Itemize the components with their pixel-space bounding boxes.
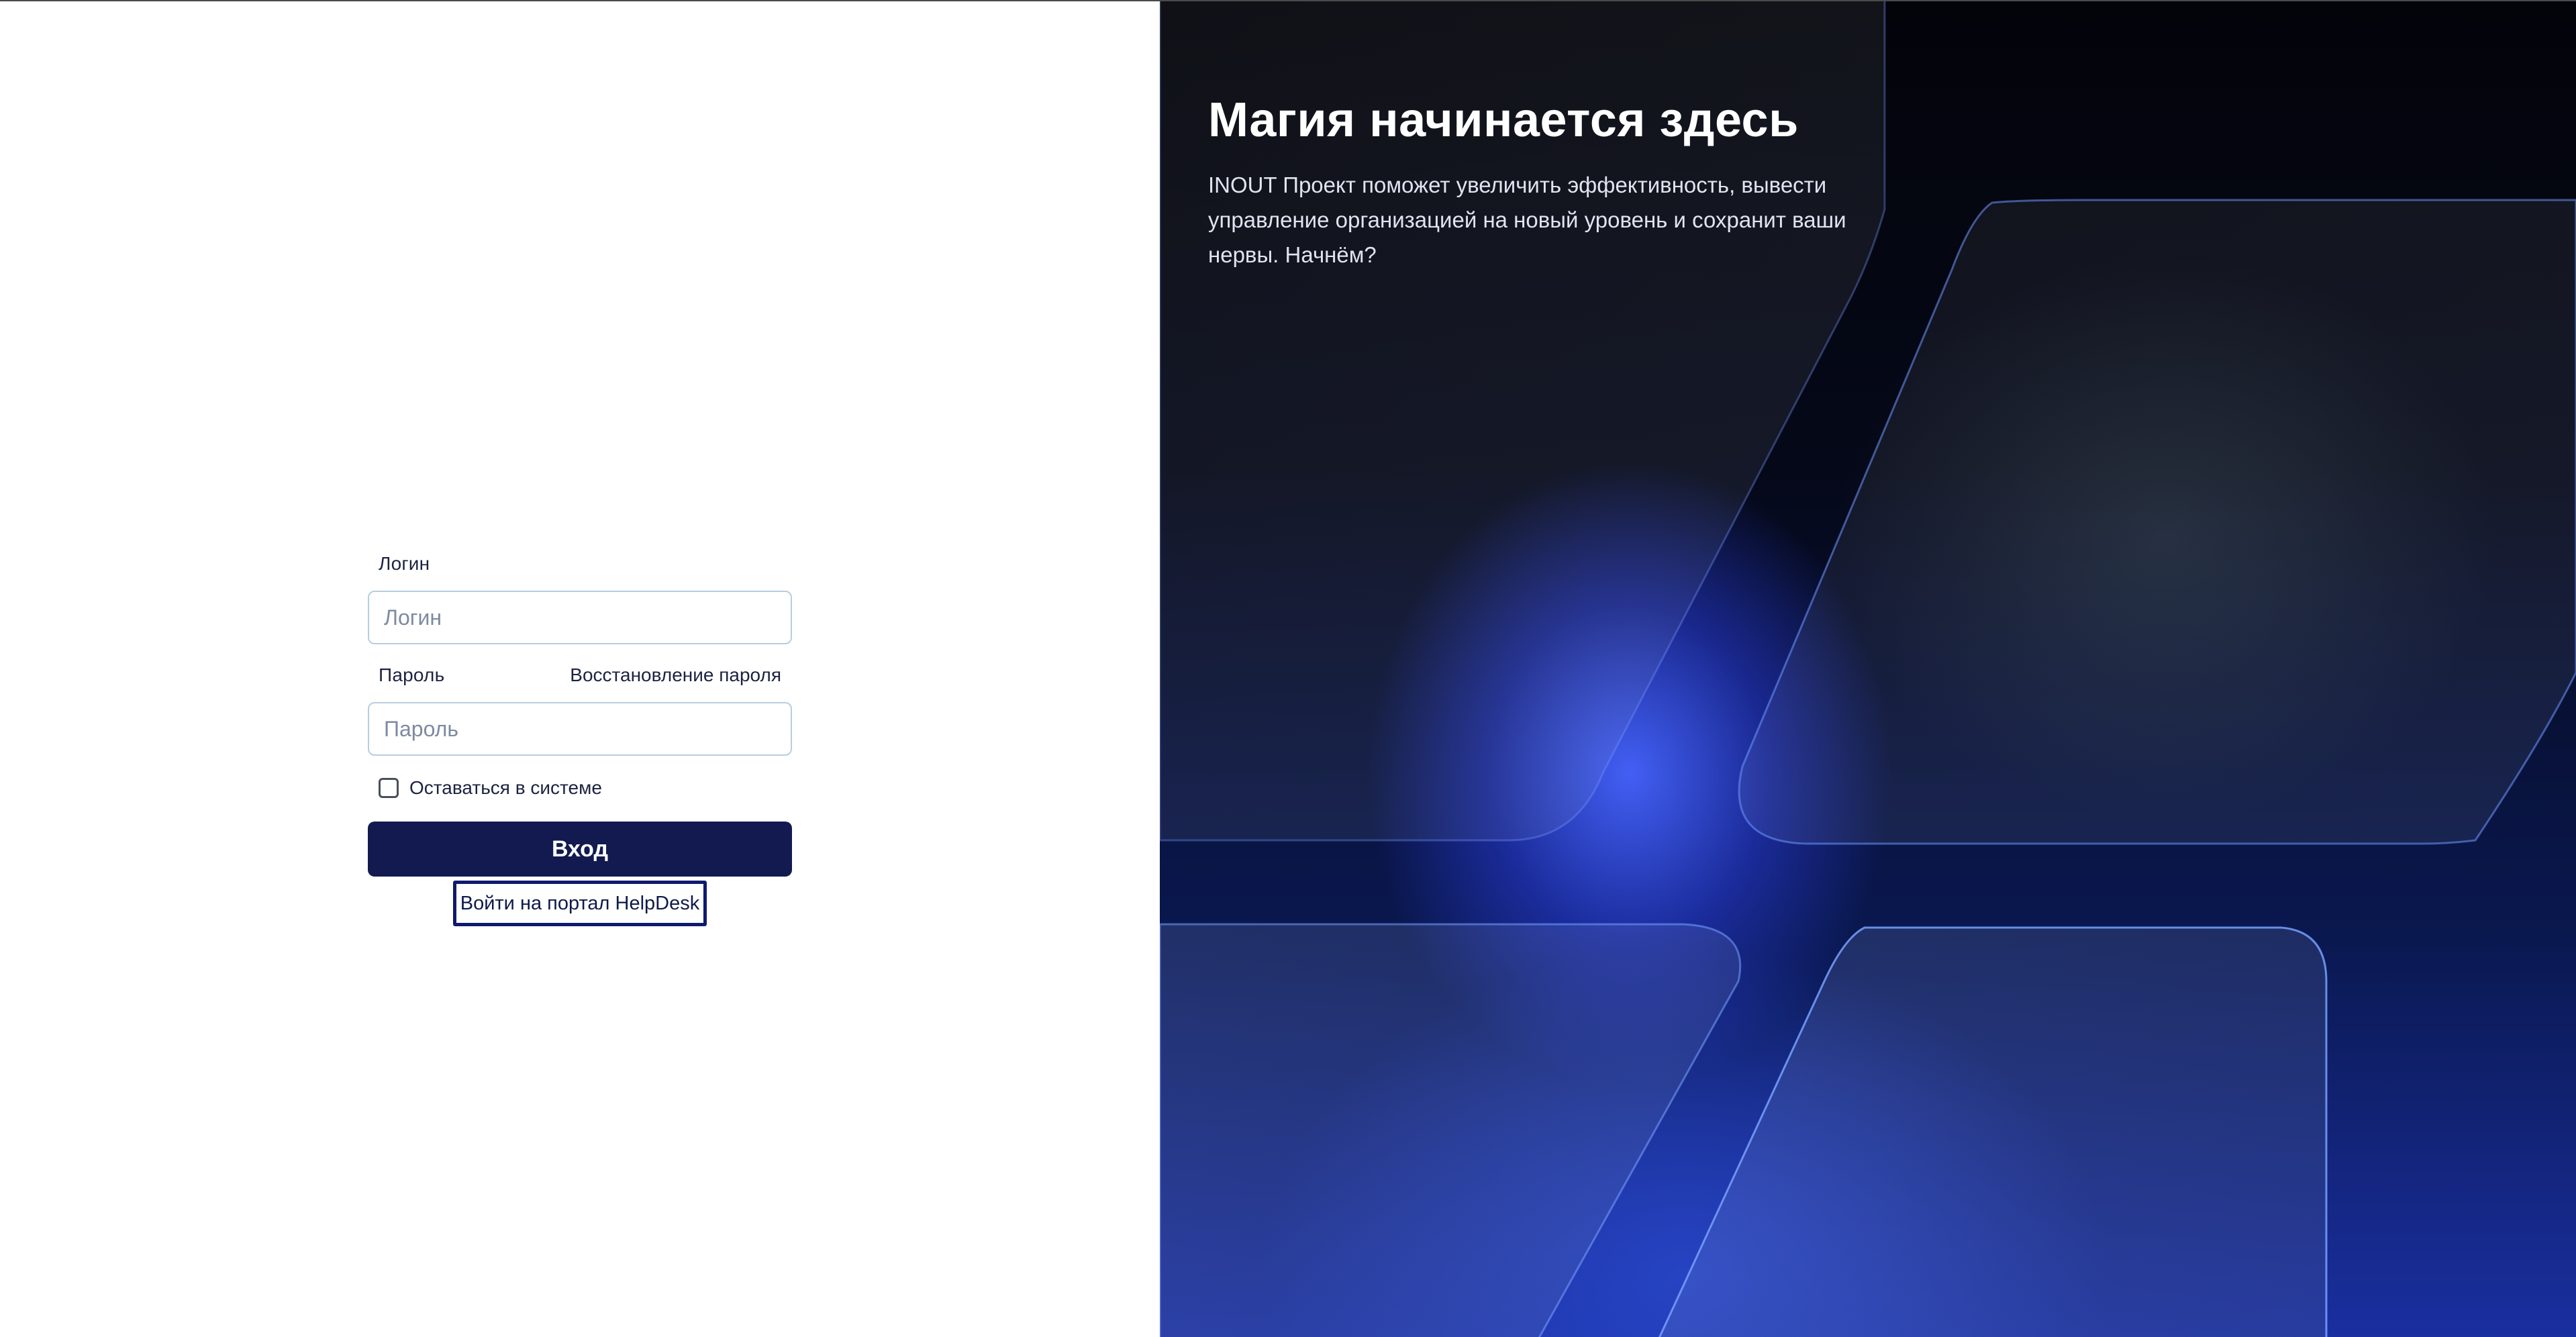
remember-me-checkbox[interactable] <box>379 778 399 798</box>
password-label: Пароль <box>379 664 445 685</box>
hero-description: INOUT Проект поможет увеличить эффективн… <box>1208 172 1846 267</box>
remember-me-row: Оставаться в системе <box>379 775 602 801</box>
hero-panel: Магия начинается здесь INOUT Проект помо… <box>1160 1 2576 1337</box>
hero-title: Магия начинается здесь <box>1208 93 1799 147</box>
login-input[interactable] <box>368 591 792 644</box>
helpdesk-portal-link[interactable]: Войти на портал HelpDesk <box>453 881 707 926</box>
recover-password-link[interactable]: Восстановление пароля <box>570 664 781 686</box>
remember-me-label[interactable]: Оставаться в системе <box>409 777 602 799</box>
login-label: Логин <box>379 553 430 574</box>
login-pane: Логин Пароль Восстановление пароля Остав… <box>0 1 1160 1337</box>
login-submit-button[interactable]: Вход <box>368 822 792 877</box>
password-input[interactable] <box>368 702 792 756</box>
